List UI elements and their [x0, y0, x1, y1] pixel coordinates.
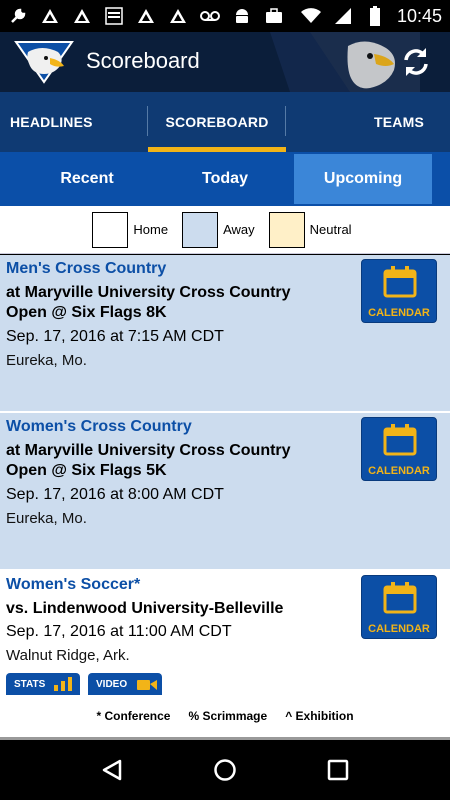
briefcase-icon [264, 6, 284, 26]
legend: Home Away Neutral [0, 206, 450, 254]
legend-swatch-neutral [268, 211, 305, 248]
android-icon [232, 6, 252, 26]
triangle-icon [72, 6, 92, 26]
triangle-icon [168, 6, 188, 26]
wrench-icon [8, 6, 28, 26]
status-bar: 10:45 [0, 0, 450, 32]
calendar-label: CALENDAR [368, 465, 430, 477]
event-datetime: Sep. 17, 2016 at 11:00 AM CDT [6, 623, 232, 640]
calendar-button[interactable]: CALENDAR [361, 259, 437, 323]
stats-button[interactable]: STATS [6, 673, 80, 695]
stats-label: STATS [14, 678, 46, 690]
event-datetime: Sep. 17, 2016 at 7:15 AM CDT [6, 328, 224, 345]
tab-headlines[interactable]: HEADLINES [0, 92, 148, 152]
calendar-button[interactable]: CALENDAR [361, 575, 437, 639]
list-item[interactable]: Men's Cross Country at Maryville Univers… [0, 255, 450, 413]
top-tab-bar: HEADLINES SCOREBOARD TEAMS [0, 92, 450, 152]
signal-icon [333, 6, 353, 26]
legend-swatch-home [92, 211, 129, 248]
tab-scoreboard[interactable]: SCOREBOARD [148, 92, 286, 152]
bar-chart-icon [54, 677, 73, 691]
calendar-label: CALENDAR [368, 623, 430, 635]
sub-tab-bar: Recent Today Upcoming [0, 152, 450, 206]
wifi-icon [300, 6, 321, 26]
subtab-upcoming[interactable]: Upcoming [294, 154, 432, 204]
clock: 10:45 [396, 5, 442, 26]
footnote-exhibition: ^ Exhibition [285, 709, 354, 723]
app-title: Scoreboard [86, 48, 200, 73]
legend-swatch-away [182, 211, 219, 248]
home-icon[interactable] [213, 758, 237, 782]
video-button[interactable]: VIDEO [88, 673, 162, 695]
footnote-scrimmage: % Scrimmage [188, 709, 268, 723]
triangle-icon [40, 6, 60, 26]
list-item[interactable]: Women's Soccer* vs. Lindenwood Universit… [0, 571, 450, 695]
event-datetime: Sep. 17, 2016 at 8:00 AM CDT [6, 486, 224, 503]
event-opponent: vs. Lindenwood University-Belleville [6, 599, 346, 619]
event-sport: Women's Cross Country [6, 418, 192, 435]
tab-label: HEADLINES [10, 114, 93, 130]
calendar-app-icon [104, 6, 124, 26]
event-location: Walnut Ridge, Ark. [6, 647, 130, 664]
back-icon[interactable] [100, 758, 124, 782]
calendar-icon [383, 582, 417, 614]
system-navigation-bar [0, 740, 450, 800]
calendar-icon [383, 266, 417, 298]
event-location: Eureka, Mo. [6, 352, 87, 369]
event-opponent: at Maryville University Cross Country Op… [6, 283, 346, 323]
voicemail-icon [200, 6, 220, 26]
event-location: Eureka, Mo. [6, 510, 87, 527]
tab-label: SCOREBOARD [165, 114, 269, 130]
calendar-button[interactable]: CALENDAR [361, 417, 437, 481]
calendar-icon [383, 424, 417, 456]
eagle-logo [14, 41, 74, 84]
event-opponent-line: at Maryville University Cross Country [6, 284, 291, 301]
event-opponent-line: at Maryville University Cross Country [6, 442, 291, 459]
app-bar: Scoreboard [0, 32, 450, 92]
list-item[interactable]: Women's Cross Country at Maryville Unive… [0, 413, 450, 571]
legend-label: Away [223, 222, 255, 237]
event-list[interactable]: Men's Cross Country at Maryville Univers… [0, 255, 450, 695]
subtab-recent[interactable]: Recent [18, 154, 156, 204]
video-label: VIDEO [96, 678, 128, 690]
calendar-label: CALENDAR [368, 307, 430, 319]
tab-teams[interactable]: TEAMS [286, 92, 450, 152]
event-opponent-line: vs. Lindenwood University-Belleville [6, 600, 284, 617]
refresh-icon[interactable] [400, 46, 432, 78]
subtab-today[interactable]: Today [156, 154, 294, 204]
legend-label: Home [133, 222, 169, 237]
eagle-mascot-background [270, 32, 420, 92]
legend-away: Away [182, 211, 255, 248]
legend-neutral: Neutral [268, 211, 352, 248]
event-opponent-line: Open @ Six Flags 5K [6, 462, 167, 479]
event-opponent-line: Open @ Six Flags 8K [6, 304, 167, 321]
battery-icon [365, 6, 385, 26]
footnote-legend: * Conference % Scrimmage ^ Exhibition [0, 695, 450, 740]
event-sport: Men's Cross Country [6, 260, 167, 277]
recents-icon[interactable] [326, 758, 350, 782]
legend-home: Home [92, 211, 169, 248]
tab-label: TEAMS [374, 114, 424, 130]
footnote-conference: * Conference [96, 709, 171, 723]
event-opponent: at Maryville University Cross Country Op… [6, 441, 346, 481]
event-sport: Women's Soccer* [6, 576, 141, 593]
legend-label: Neutral [309, 222, 352, 237]
triangle-icon [136, 6, 156, 26]
video-camera-icon [137, 680, 158, 690]
